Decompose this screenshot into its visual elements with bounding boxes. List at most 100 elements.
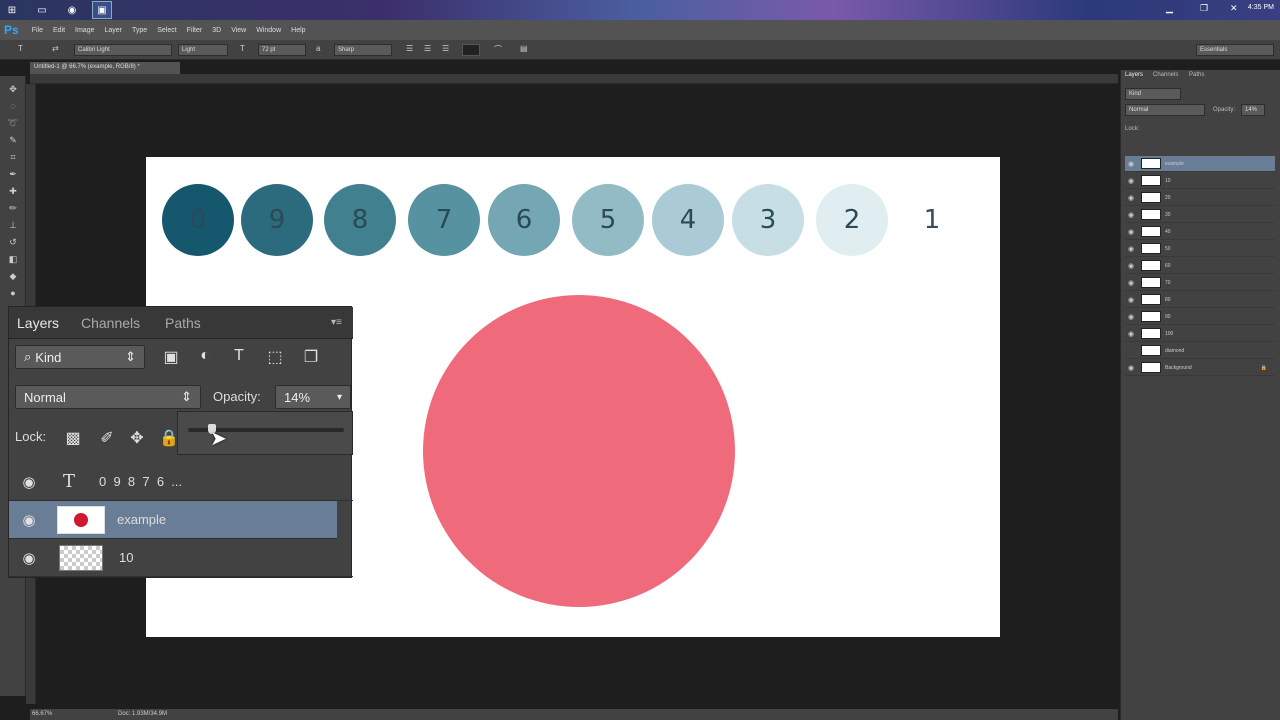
antialias-select[interactable]: Sharp xyxy=(334,44,392,56)
zoom-level[interactable]: 66.67% xyxy=(32,711,52,717)
menu-help[interactable]: Help xyxy=(286,27,310,34)
orientation-toggle-icon[interactable]: ⇄ xyxy=(52,44,59,53)
menu-file[interactable]: File xyxy=(27,27,48,34)
eyedropper-tool-icon[interactable]: ✒ xyxy=(6,167,20,181)
menu-layer[interactable]: Layer xyxy=(100,27,128,34)
brush-tool-icon[interactable]: ✏ xyxy=(6,201,20,215)
tab-paths-small[interactable]: Paths xyxy=(1189,72,1204,78)
history-brush-icon[interactable]: ↺ xyxy=(6,235,20,249)
eye-icon[interactable]: ◉ xyxy=(1125,262,1137,270)
opacity-field-small[interactable]: 14% xyxy=(1241,104,1265,116)
eye-icon[interactable]: ◉ xyxy=(1125,364,1137,372)
eye-icon[interactable]: ◉ xyxy=(9,511,49,529)
windows-start-icon[interactable]: ⊞ xyxy=(2,1,22,19)
document-tab[interactable]: Untitled-1 @ 66.7% (example, RGB/8) * xyxy=(30,62,180,74)
menu-window[interactable]: Window xyxy=(251,27,286,34)
chrome-icon[interactable]: ◉ xyxy=(62,1,82,19)
maximize-icon[interactable]: ❐ xyxy=(1200,3,1208,14)
workspace-select[interactable]: Essentials xyxy=(1196,44,1274,56)
menu-filter[interactable]: Filter xyxy=(182,27,208,34)
chevron-down-icon[interactable]: ▾ xyxy=(337,392,342,403)
blend-mode-select[interactable]: Normal ⇕ xyxy=(15,385,201,409)
menu-select[interactable]: Select xyxy=(152,27,181,34)
healing-tool-icon[interactable]: ✚ xyxy=(6,184,20,198)
eye-icon[interactable]: ◉ xyxy=(1125,313,1137,321)
adjustment-filter-icon[interactable]: ◐ xyxy=(193,347,217,365)
smart-object-filter-icon[interactable]: ❐ xyxy=(299,347,323,367)
eye-icon[interactable]: ◉ xyxy=(1125,177,1137,185)
file-explorer-icon[interactable]: ▭ xyxy=(32,1,52,19)
eye-icon[interactable]: ◉ xyxy=(1125,245,1137,253)
layer-row[interactable]: ◉ 10 xyxy=(9,539,353,577)
tab-layers[interactable]: Layers xyxy=(17,315,59,331)
layer-row-text[interactable]: ◉ T 0 9 8 7 6 ... xyxy=(9,463,353,501)
menu-edit[interactable]: Edit xyxy=(48,27,70,34)
lasso-tool-icon[interactable]: ➰ xyxy=(6,116,20,130)
font-family-select[interactable]: Calibri Light xyxy=(74,44,172,56)
layer-row-selected[interactable]: ◉ example xyxy=(9,501,337,539)
dodge-tool-icon[interactable]: ● xyxy=(6,286,20,300)
type-tool-icon[interactable]: T xyxy=(18,44,23,53)
layer-row[interactable]: ◉ 100 xyxy=(1125,326,1275,342)
panel-menu-icon[interactable]: ▾≡ xyxy=(331,317,342,328)
align-right-icon[interactable]: ☰ xyxy=(442,44,449,53)
photoshop-taskbar-icon[interactable]: ▣ xyxy=(92,1,112,19)
menu-view[interactable]: View xyxy=(226,27,251,34)
eye-icon[interactable]: ◉ xyxy=(1125,211,1137,219)
blend-mode-small[interactable]: Normal xyxy=(1125,104,1205,116)
type-filter-icon[interactable]: T xyxy=(227,347,251,365)
lock-position-icon[interactable]: ✥ xyxy=(125,428,149,448)
crop-tool-icon[interactable]: ⌗ xyxy=(6,150,20,164)
minimize-icon[interactable]: ▁ xyxy=(1166,3,1173,14)
layer-row[interactable]: ◉ 60 xyxy=(1125,258,1275,274)
tab-channels[interactable]: Channels xyxy=(81,315,140,331)
eye-icon[interactable]: ◉ xyxy=(9,549,49,567)
quick-select-tool-icon[interactable]: ✎ xyxy=(6,133,20,147)
menu-type[interactable]: Type xyxy=(127,27,152,34)
eye-icon[interactable]: ◉ xyxy=(1125,279,1137,287)
eye-icon[interactable]: ◉ xyxy=(9,473,49,491)
warp-text-icon[interactable]: ⌒ xyxy=(494,44,502,55)
eye-icon[interactable]: ◉ xyxy=(1125,194,1137,202)
marquee-tool-icon[interactable]: ◌ xyxy=(6,99,20,113)
menu-3d[interactable]: 3D xyxy=(207,27,226,34)
example-circle[interactable] xyxy=(423,295,735,607)
image-filter-icon[interactable]: ▣ xyxy=(159,347,183,367)
eye-icon[interactable]: ◉ xyxy=(1125,160,1137,168)
layer-row[interactable]: ◉ 20 xyxy=(1125,190,1275,206)
layer-row[interactable]: ◉ 80 xyxy=(1125,292,1275,308)
character-panel-icon[interactable]: ▤ xyxy=(520,44,528,53)
eye-icon[interactable]: ◉ xyxy=(1125,228,1137,236)
tab-paths[interactable]: Paths xyxy=(165,315,201,331)
opacity-field[interactable]: 14% ▾ xyxy=(275,385,351,409)
layer-row[interactable]: diamond xyxy=(1125,343,1275,359)
eye-icon[interactable]: ◉ xyxy=(1125,330,1137,338)
kind-filter-small[interactable]: Kind xyxy=(1125,88,1181,100)
align-center-icon[interactable]: ☰ xyxy=(424,44,431,53)
close-icon[interactable]: ✕ xyxy=(1230,3,1238,14)
layer-row[interactable]: ◉ 50 xyxy=(1125,241,1275,257)
layer-row[interactable]: ◉ 70 xyxy=(1125,275,1275,291)
paint-bucket-icon[interactable]: ◆ xyxy=(6,269,20,283)
stamp-tool-icon[interactable]: ⊥ xyxy=(6,218,20,232)
tab-layers-small[interactable]: Layers xyxy=(1125,72,1143,78)
lock-pixels-icon[interactable]: ✐ xyxy=(95,428,119,448)
kind-filter-select[interactable]: ⌕ Kind ⇕ xyxy=(15,345,145,369)
font-size-select[interactable]: 72 pt xyxy=(258,44,306,56)
move-tool-icon[interactable]: ✥ xyxy=(6,82,20,96)
layer-row[interactable]: ◉ example xyxy=(1125,156,1275,172)
eraser-tool-icon[interactable]: ◧ xyxy=(6,252,20,266)
layer-row[interactable]: ◉ 30 xyxy=(1125,207,1275,223)
layer-row[interactable]: ◉ 10 xyxy=(1125,173,1275,189)
layer-row[interactable]: ◉ 40 xyxy=(1125,224,1275,240)
layer-row[interactable]: ◉ Background 🔒 xyxy=(1125,360,1275,376)
menu-image[interactable]: Image xyxy=(70,27,99,34)
tab-channels-small[interactable]: Channels xyxy=(1153,72,1178,78)
shape-filter-icon[interactable]: ⬚ xyxy=(263,347,287,367)
eye-icon[interactable]: ◉ xyxy=(1125,296,1137,304)
lock-transparent-icon[interactable]: ▩ xyxy=(61,428,85,448)
layer-row[interactable]: ◉ 90 xyxy=(1125,309,1275,325)
text-color-swatch[interactable] xyxy=(462,44,480,56)
align-left-icon[interactable]: ☰ xyxy=(406,44,413,53)
font-style-select[interactable]: Light xyxy=(178,44,228,56)
